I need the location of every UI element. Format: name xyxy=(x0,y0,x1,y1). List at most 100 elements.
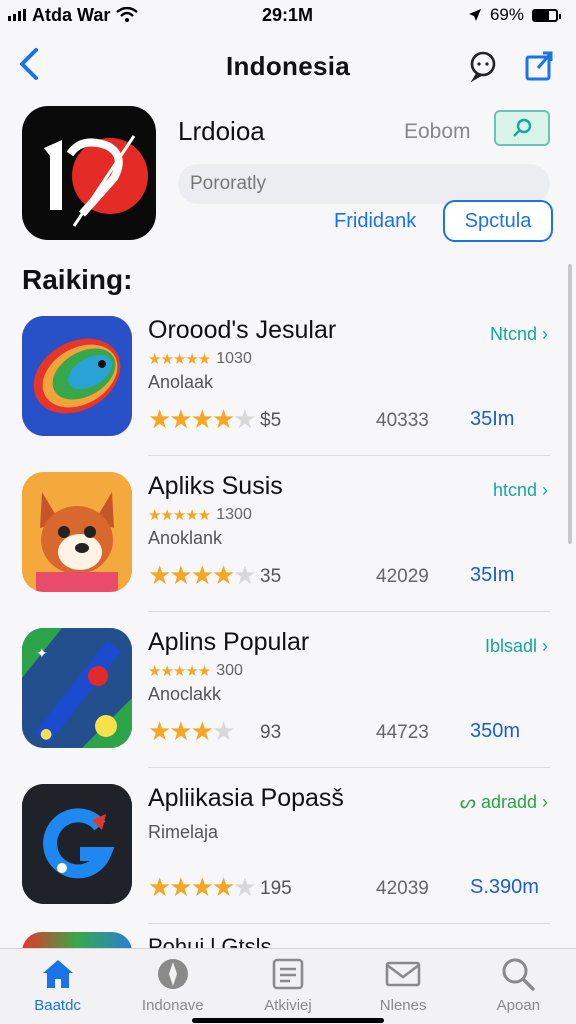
status-bar: Atda War 29:1M 69% xyxy=(0,0,576,30)
tab-label: Baatdc xyxy=(34,997,81,1014)
app-subtitle: Anolaak xyxy=(148,372,214,392)
mini-rating-count: 1300 xyxy=(216,506,252,523)
featured-input[interactable]: Pororatly xyxy=(178,164,550,204)
tab-label: Atkiviej xyxy=(264,997,312,1014)
page-title: Indonesia xyxy=(225,50,351,81)
app-size: 350m xyxy=(470,720,521,742)
signal-icon xyxy=(8,9,26,21)
app-icon xyxy=(22,472,132,592)
g-letter-icon xyxy=(22,784,132,904)
app-icon xyxy=(22,932,132,948)
svg-text:✦: ✦ xyxy=(36,646,48,662)
mini-stars-icon: ★★★★★ xyxy=(148,351,211,368)
status-left: Atda War xyxy=(8,5,139,26)
featured-app-name: Lrdoioa xyxy=(178,116,265,146)
app-action-link[interactable]: Ntcnd › xyxy=(490,324,548,345)
rating-count: 93 xyxy=(260,722,282,743)
app-action-link[interactable]: htcnd › xyxy=(493,480,548,501)
app-name: Apliikasia Popasš xyxy=(148,784,344,812)
app-name: Apliks Susis xyxy=(148,472,283,500)
list-item[interactable]: Apliks Susis htcnd › ★★★★★ 1300 Anoklank… xyxy=(0,456,576,612)
star-rating: ★★★★★ xyxy=(148,872,257,902)
tab-label: Nlenes xyxy=(379,997,427,1014)
app-action-link[interactable]: Iblsadl › xyxy=(485,636,548,657)
compass-icon xyxy=(157,959,188,989)
status-right: 69% xyxy=(468,5,561,25)
featured-search-button[interactable] xyxy=(494,110,550,146)
back-button[interactable] xyxy=(14,44,50,84)
list-icon xyxy=(272,958,304,990)
chat-button[interactable] xyxy=(466,48,500,83)
mini-rating-count: 300 xyxy=(216,662,243,679)
mini-stars-icon: ★★★★★ xyxy=(148,663,211,680)
app-size: S.390m xyxy=(470,876,539,898)
app-size: 35Im xyxy=(470,408,515,430)
search-icon xyxy=(513,118,532,137)
app-name: Oroood's Jesular xyxy=(148,316,337,344)
chat-icon xyxy=(470,51,496,83)
featured-app: Lrdoioa Eobom Pororatly Frididank Spctul… xyxy=(0,104,576,254)
star-rating: ★★★★ xyxy=(148,716,235,746)
svg-text:●: ● xyxy=(40,726,52,742)
battery-fill xyxy=(534,10,550,20)
rating-count: $5 xyxy=(260,410,282,431)
featured-link[interactable]: Frididank xyxy=(334,210,416,233)
app-name: Pohui l Gtsls xyxy=(148,934,272,948)
app-subtitle: Rimelaja xyxy=(148,822,219,842)
mini-rating: ★★★★★ 1300 xyxy=(148,506,252,524)
app-icon: ✦ ● xyxy=(22,628,132,748)
app-action-link[interactable]: ᔕ adradd › xyxy=(460,792,548,813)
tab-bar: Baatdc Indonave Atkiviej Nlenes Apoan xyxy=(0,948,576,1024)
share-icon xyxy=(525,51,553,81)
app-icon xyxy=(22,316,132,436)
app-subtitle: Anoklank xyxy=(148,528,223,548)
tab-label: Indonave xyxy=(141,997,204,1014)
mini-rating-count: 1030 xyxy=(216,350,252,367)
wifi-icon xyxy=(116,7,139,22)
battery-icon xyxy=(532,8,561,22)
home-icon xyxy=(42,960,73,988)
download-count: 42039 xyxy=(376,878,429,899)
app-icon xyxy=(22,784,132,904)
search-icon xyxy=(502,958,536,991)
fox-character-icon xyxy=(22,472,132,592)
app-subtitle: Anoclakk xyxy=(148,684,222,704)
status-time: 29:1M xyxy=(262,4,314,25)
mini-rating: ★★★★★ 1030 xyxy=(148,350,252,368)
app-logo-icon xyxy=(44,135,148,227)
tab-home[interactable]: Baatdc xyxy=(3,955,113,1014)
tab-activity[interactable]: Atkiviej xyxy=(233,955,343,1014)
list-item[interactable]: Oroood's Jesular Ntcnd › ★★★★★ 1030 Anol… xyxy=(0,300,576,456)
rating-count: 195 xyxy=(260,878,292,899)
scrollbar[interactable] xyxy=(568,264,572,544)
battery-percent: 69% xyxy=(489,5,524,24)
featured-outline-button[interactable]: Spctula xyxy=(443,200,553,242)
list-item[interactable]: ✦ ● Aplins Popular Iblsadl › ★★★★★ 300 A… xyxy=(0,612,576,768)
share-button[interactable] xyxy=(522,48,556,82)
rating-count: 35 xyxy=(260,566,282,587)
ranking-list: Oroood's Jesular Ntcnd › ★★★★★ 1030 Anol… xyxy=(0,300,576,924)
section-title: Raiking: xyxy=(22,264,133,295)
mini-rating: ★★★★★ 300 xyxy=(148,662,243,680)
download-count: 44723 xyxy=(376,722,429,743)
star-rating: ★★★★★ xyxy=(148,560,257,590)
tab-label: Apoan xyxy=(496,997,541,1014)
tab-explore[interactable]: Indonave xyxy=(118,955,228,1014)
mini-stars-icon: ★★★★★ xyxy=(148,507,211,524)
app-name: Aplins Popular xyxy=(148,628,310,656)
star-rating: ★★★★★ xyxy=(148,404,257,434)
download-count: 40333 xyxy=(376,410,429,431)
partial-list-item[interactable]: Pohui l Gtsls xyxy=(0,924,576,948)
tab-search[interactable]: Apoan xyxy=(463,955,573,1014)
rainbow-leaf-icon xyxy=(22,316,132,436)
featured-app-logo[interactable] xyxy=(22,106,156,240)
nav-header: Indonesia xyxy=(0,38,576,94)
download-count: 42029 xyxy=(376,566,429,587)
app-size: 35Im xyxy=(470,564,515,586)
game-board-icon: ✦ ● xyxy=(22,628,132,748)
tab-messages[interactable]: Nlenes xyxy=(348,955,458,1014)
list-item[interactable]: Apliikasia Popasš ᔕ adradd › Rimelaja ★★… xyxy=(0,768,576,924)
mail-icon xyxy=(385,961,421,987)
featured-button-text[interactable]: Eobom xyxy=(404,120,471,144)
chevron-left-icon xyxy=(20,48,38,80)
